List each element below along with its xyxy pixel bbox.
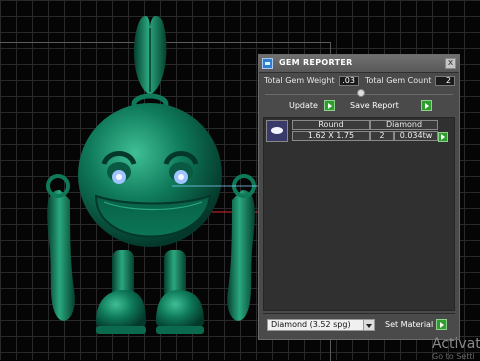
activation-watermark: Activate — [432, 336, 480, 352]
update-button[interactable]: Update — [289, 100, 335, 112]
gem-list[interactable]: Round Diamond 1.62 X 1.75 2 0.034tw — [263, 117, 455, 311]
update-button-label: Update — [289, 101, 318, 110]
gem-row-play-icon[interactable] — [438, 132, 448, 142]
set-material-button-label: Set Material — [385, 320, 434, 329]
save-report-button[interactable]: Save Report — [350, 100, 432, 112]
total-gem-count-value: 2 — [435, 76, 455, 86]
total-gem-weight-value: .03 — [339, 76, 359, 86]
save-report-button-label: Save Report — [350, 101, 399, 110]
save-report-play-icon — [421, 100, 432, 111]
gem-weight-cell: 0.034tw — [394, 131, 438, 141]
total-gem-weight-label: Total Gem Weight — [264, 76, 335, 85]
column-header-shape: Round — [292, 120, 370, 130]
panel-slider-handle[interactable] — [357, 89, 365, 97]
set-material-button[interactable]: Set Material — [385, 319, 447, 331]
gem-reporter-panel: GEM REPORTER x Total Gem Weight .03 Tota… — [258, 54, 460, 340]
material-dropdown-value: Diamond (3.52 spg) — [271, 320, 351, 329]
material-dropdown[interactable]: Diamond (3.52 spg) — [267, 319, 375, 331]
gem-size-cell: 1.62 X 1.75 — [292, 131, 370, 141]
gem-reporter-icon — [262, 58, 273, 69]
set-material-play-icon — [436, 319, 447, 330]
update-play-icon — [324, 100, 335, 111]
column-header-material: Diamond — [370, 120, 438, 130]
panel-titlebar[interactable]: GEM REPORTER x — [259, 55, 459, 73]
close-button[interactable]: x — [445, 58, 456, 69]
separator-line — [263, 313, 455, 314]
total-gem-count-label: Total Gem Count — [365, 76, 432, 85]
chevron-down-icon — [363, 320, 374, 330]
gem-count-cell: 2 — [370, 131, 394, 141]
list-item[interactable]: Round Diamond 1.62 X 1.75 2 0.034tw — [266, 120, 448, 142]
panel-title: GEM REPORTER — [279, 58, 353, 67]
round-diamond-icon — [266, 120, 288, 142]
